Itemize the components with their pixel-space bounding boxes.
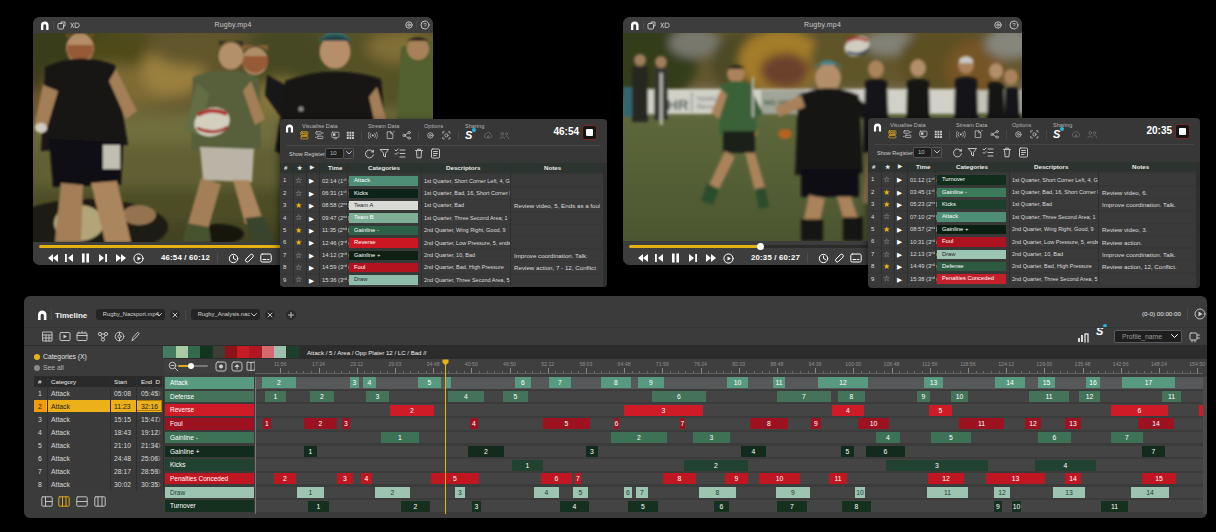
svg-text:?: ? xyxy=(423,22,427,28)
svg-text:?: ? xyxy=(1012,22,1016,28)
